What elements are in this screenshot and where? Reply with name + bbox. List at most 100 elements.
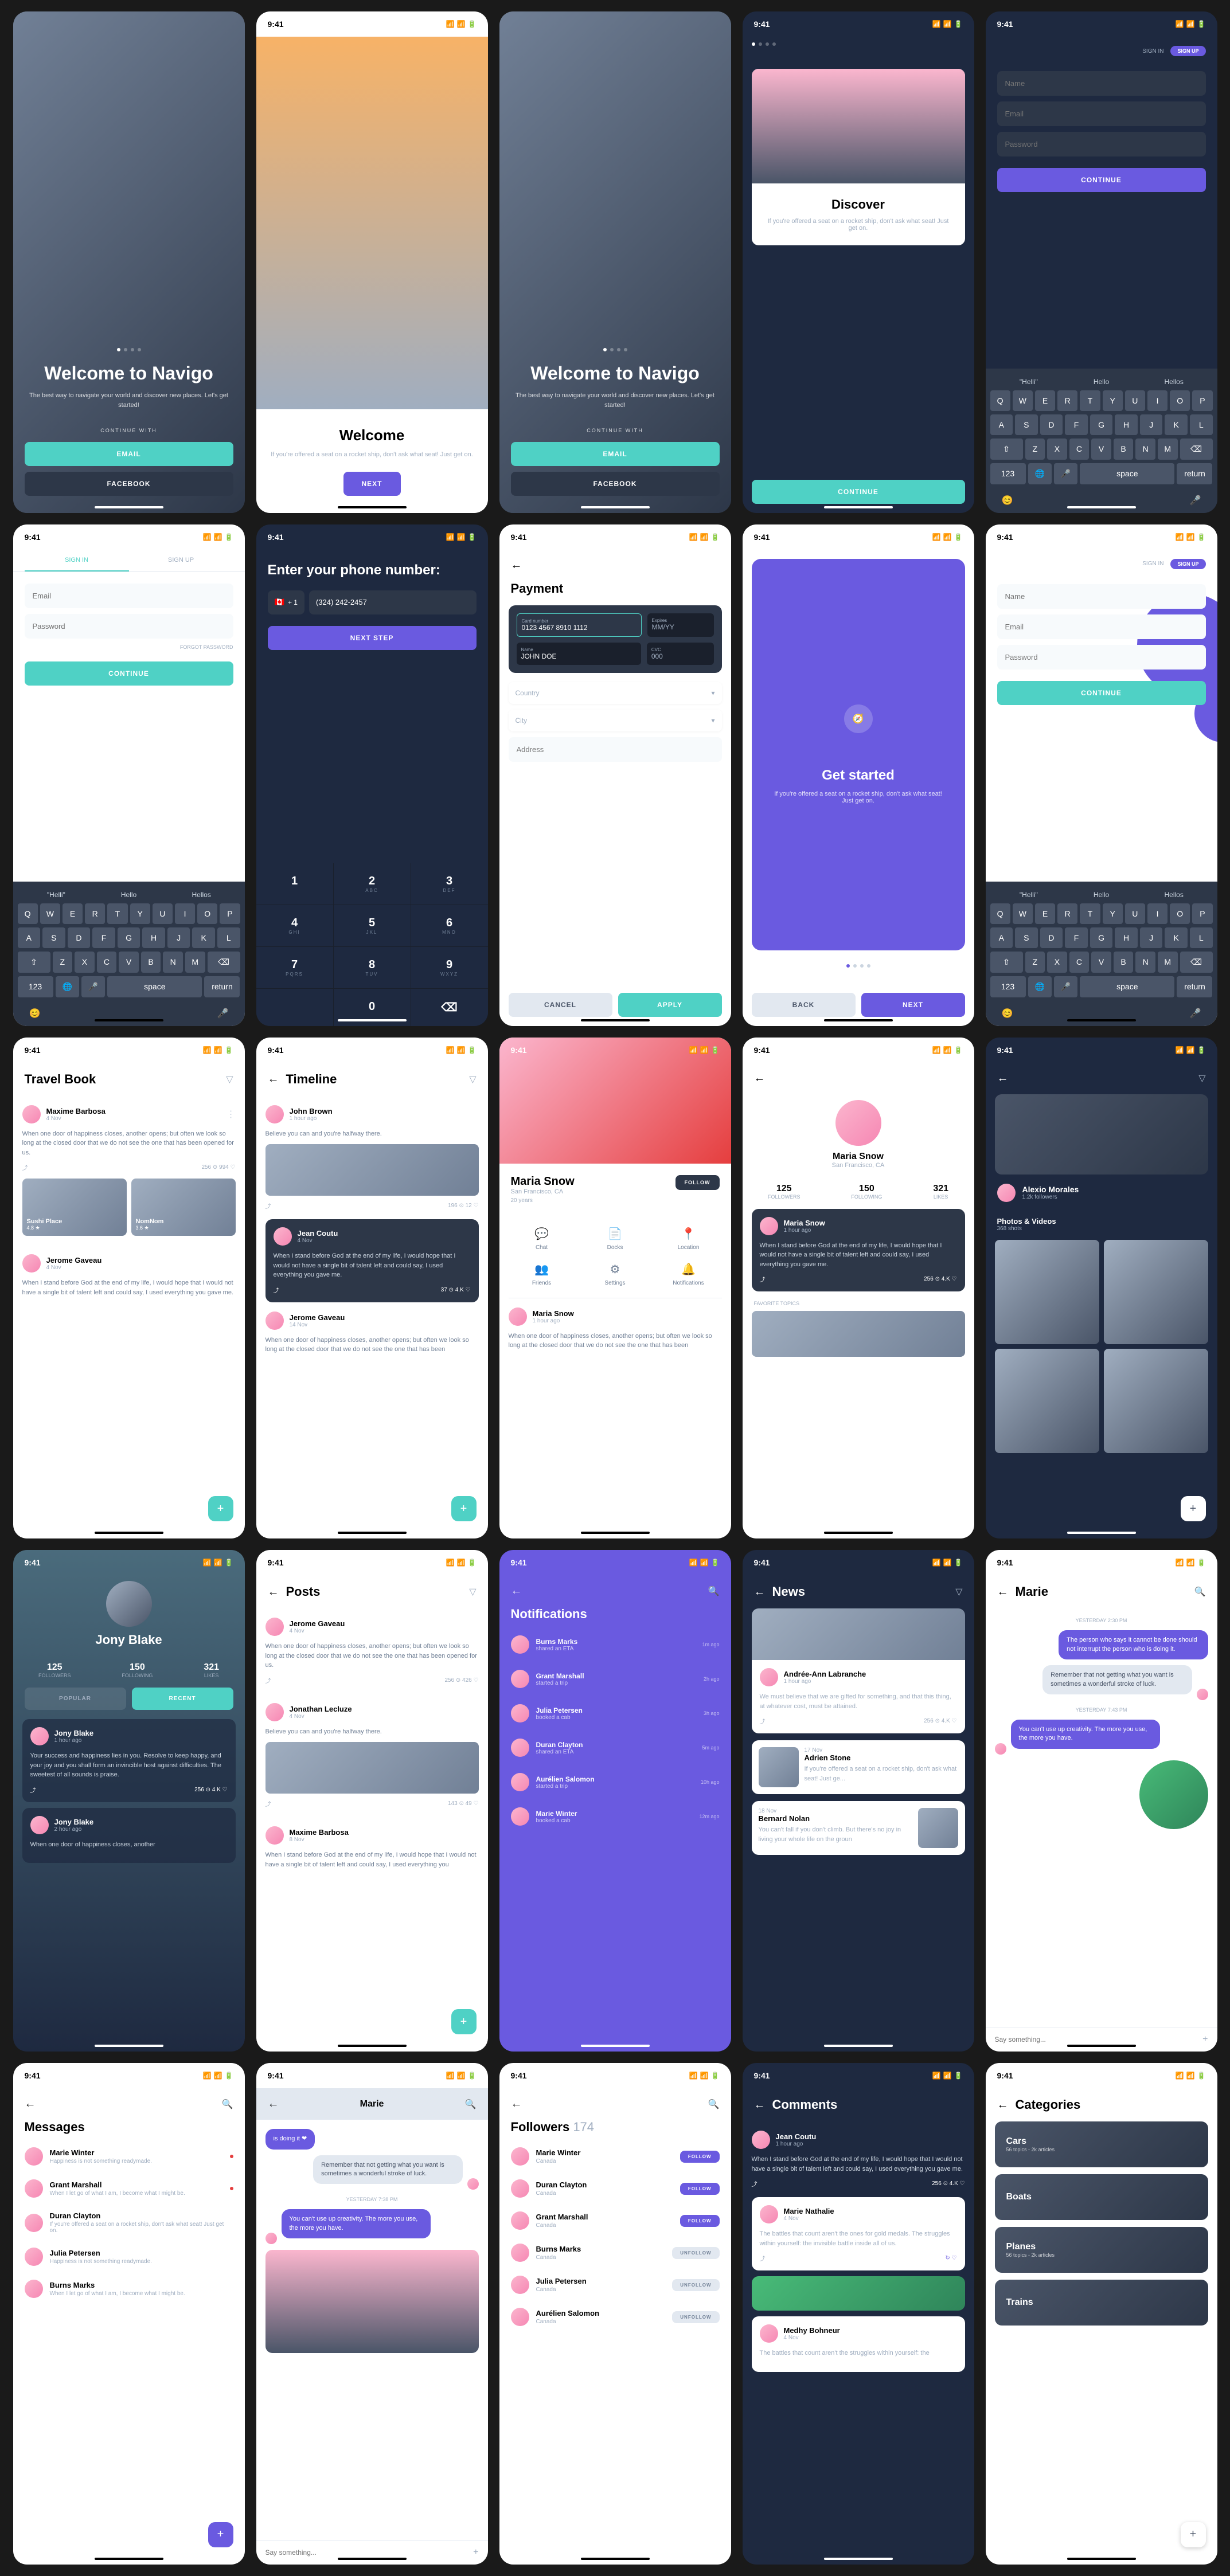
city-select[interactable]: City▾ bbox=[509, 710, 722, 731]
welcome-subtitle: The best way to navigate your world and … bbox=[25, 391, 233, 410]
back-icon[interactable]: ← bbox=[511, 2097, 522, 2111]
filter-icon[interactable]: ▽ bbox=[955, 1586, 962, 1598]
search-icon[interactable]: 🔍 bbox=[465, 2099, 477, 2110]
signup-dark-screen: 9:41📶📶🔋 SIGN IN SIGN UP CONTINUE "Helli"… bbox=[986, 11, 1217, 513]
back-icon[interactable]: ← bbox=[754, 2099, 766, 2112]
discover-screen: 9:41📶📶🔋 Discover If you're offered a sea… bbox=[743, 11, 974, 513]
welcome2-screen: 9:41📶📶🔋 Welcome If you're offered a seat… bbox=[256, 11, 488, 513]
popular-tab[interactable]: POPULAR bbox=[25, 1688, 126, 1710]
country-select[interactable]: Country▾ bbox=[509, 682, 722, 704]
signup-tab[interactable]: SIGN UP bbox=[129, 550, 233, 571]
phone-number-screen: 9:41📶📶🔋 Enter your phone number: 🇨🇦+ 1 (… bbox=[256, 524, 488, 1026]
back-icon[interactable]: ← bbox=[25, 2097, 36, 2111]
email-button[interactable]: EMAIL bbox=[511, 442, 720, 466]
getstarted-screen: 9:41📶📶🔋 🧭 Get started If you're offered … bbox=[743, 524, 974, 1026]
cancel-button[interactable]: CANCEL bbox=[509, 993, 612, 1017]
continue-button[interactable]: CONTINUE bbox=[752, 480, 965, 504]
send-icon[interactable]: + bbox=[1202, 2034, 1208, 2045]
hero-image bbox=[256, 37, 488, 409]
recent-tab[interactable]: RECENT bbox=[132, 1688, 233, 1710]
signin-tab[interactable]: SIGN IN bbox=[1142, 48, 1163, 54]
apply-button[interactable]: APPLY bbox=[618, 993, 722, 1017]
fab-add[interactable]: + bbox=[1181, 2522, 1206, 2547]
back-icon[interactable]: ← bbox=[997, 1072, 1009, 1085]
search-icon[interactable]: 🔍 bbox=[1194, 1586, 1206, 1598]
back-icon[interactable]: ← bbox=[997, 2099, 1009, 2112]
signin-tab[interactable]: SIGN IN bbox=[25, 550, 129, 571]
discover-image bbox=[752, 69, 965, 183]
fab-new[interactable]: + bbox=[208, 2522, 233, 2547]
back-icon[interactable]: ← bbox=[268, 2097, 279, 2111]
profile2-screen: 9:41📶📶🔋 ← Maria Snow San Francisco, CA 1… bbox=[743, 1038, 974, 1539]
posts-screen: 9:41📶📶🔋 ←Posts▽ Jerome Gaveau4 NovWhen o… bbox=[256, 1550, 488, 2052]
fab-add[interactable]: + bbox=[208, 1496, 233, 1521]
message-input[interactable] bbox=[265, 2548, 474, 2557]
signup-tab[interactable]: SIGN UP bbox=[1170, 559, 1205, 569]
marie-chat-screen: 9:41📶📶🔋 ←Marie🔍 YESTERDAY 2:30 PM The pe… bbox=[986, 1550, 1217, 2052]
back-icon[interactable]: ← bbox=[754, 1585, 766, 1599]
notifications-screen: 9:41📶📶🔋 ←🔍 Notifications Burns Marksshar… bbox=[499, 1550, 731, 2052]
back-button[interactable]: BACK bbox=[752, 993, 856, 1017]
messages-screen: 9:41📶📶🔋 ←🔍 Messages Marie WinterHappines… bbox=[13, 2063, 245, 2565]
keyboard[interactable]: "Helli"HelloHellos QWERTYUIOPASDFGHJKL⇧Z… bbox=[986, 882, 1217, 1026]
continue-button[interactable]: CONTINUE bbox=[25, 661, 233, 686]
back-icon[interactable]: ← bbox=[754, 1072, 766, 1085]
search-icon[interactable]: 🔍 bbox=[708, 1585, 720, 1597]
compass-icon: 🧭 bbox=[844, 704, 873, 733]
back-icon[interactable]: ← bbox=[268, 1072, 279, 1086]
signup-tab[interactable]: SIGN UP bbox=[1170, 46, 1205, 56]
email-input[interactable] bbox=[997, 614, 1206, 639]
back-icon[interactable]: ← bbox=[511, 559, 522, 572]
continue-button[interactable]: CONTINUE bbox=[997, 168, 1206, 192]
back-icon[interactable]: ← bbox=[997, 1585, 1009, 1599]
share-icon[interactable]: ⤴ bbox=[22, 1163, 28, 1172]
news-screen: 9:41📶📶🔋 ←News▽ Andrée-Ann Labranche1 hou… bbox=[743, 1550, 974, 2052]
back-icon[interactable]: ← bbox=[268, 1585, 279, 1599]
fab-add[interactable]: + bbox=[1181, 1496, 1206, 1521]
fab-add[interactable]: + bbox=[451, 2009, 477, 2034]
fab-add[interactable]: + bbox=[451, 1496, 477, 1521]
email-input[interactable] bbox=[997, 101, 1206, 126]
send-icon[interactable]: + bbox=[473, 2547, 478, 2558]
follow-button[interactable]: FOLLOW bbox=[675, 1175, 720, 1190]
followers-screen: 9:41📶📶🔋 ←🔍 Followers 174 Marie WinterCan… bbox=[499, 2063, 731, 2565]
next-step-button[interactable]: NEXT STEP bbox=[268, 626, 477, 650]
forgot-link[interactable]: FORGOT PASSWORD bbox=[25, 644, 233, 650]
country-code[interactable]: 🇨🇦+ 1 bbox=[268, 590, 304, 614]
search-icon[interactable]: 🔍 bbox=[222, 2099, 233, 2110]
keyboard[interactable]: "Helli"HelloHellos QWERTYUIOPASDFGHJKL⇧Z… bbox=[986, 369, 1217, 513]
password-input[interactable] bbox=[25, 614, 233, 639]
signup-light-screen: 9:41📶📶🔋 SIGN IN SIGN UP CONTINUE "Helli"… bbox=[986, 524, 1217, 1026]
categories-screen: 9:41📶📶🔋 ←Categories Cars56 topics - 2k a… bbox=[986, 2063, 1217, 2565]
name-input[interactable] bbox=[997, 584, 1206, 609]
signin-screen: 9:41📶📶🔋 SIGN IN SIGN UP FORGOT PASSWORD … bbox=[13, 524, 245, 1026]
numpad: 12ABC3DEF4GHI5JKL6MNO7PQRS8TUV9WXYZ0⌫ bbox=[256, 863, 488, 1026]
name-input[interactable] bbox=[997, 71, 1206, 96]
welcome-screen: 9:41📶📶🔋 Welcome to Navigo The best way t… bbox=[13, 11, 245, 513]
welcome-title: Welcome to Navigo bbox=[25, 363, 233, 384]
password-input[interactable] bbox=[997, 645, 1206, 670]
back-icon[interactable]: ← bbox=[511, 1584, 522, 1598]
facebook-button[interactable]: FACEBOOK bbox=[25, 472, 233, 496]
message-input[interactable] bbox=[995, 2035, 1203, 2043]
filter-icon[interactable]: ▽ bbox=[469, 1074, 476, 1085]
continue-button[interactable]: CONTINUE bbox=[997, 681, 1206, 705]
address-input[interactable] bbox=[509, 737, 722, 762]
email-input[interactable] bbox=[25, 584, 233, 608]
payment-screen: 9:41📶📶🔋 ← Payment Card number0123 4567 8… bbox=[499, 524, 731, 1026]
filter-icon[interactable]: ▽ bbox=[469, 1586, 476, 1598]
password-input[interactable] bbox=[997, 132, 1206, 156]
facebook-button[interactable]: FACEBOOK bbox=[511, 472, 720, 496]
next-button[interactable]: NEXT bbox=[343, 472, 401, 496]
next-button[interactable]: NEXT bbox=[861, 993, 965, 1017]
timeline-screen: 9:41📶📶🔋 ←Timeline▽ John Brown1 hour ago … bbox=[256, 1038, 488, 1539]
marie2-chat-screen: 9:41📶📶🔋 ←Marie🔍 is doing it ❤ Remember t… bbox=[256, 2063, 488, 2565]
filter-icon[interactable]: ▽ bbox=[226, 1074, 233, 1085]
welcome2-title: Welcome bbox=[270, 426, 474, 444]
page-dots bbox=[25, 348, 233, 351]
keyboard[interactable]: "Helli"HelloHellos QWERTYUIOPASDFGHJKL⇧Z… bbox=[13, 882, 245, 1026]
filter-icon[interactable]: ▽ bbox=[1198, 1072, 1205, 1084]
email-button[interactable]: EMAIL bbox=[25, 442, 233, 466]
signin-tab[interactable]: SIGN IN bbox=[1142, 561, 1163, 567]
search-icon[interactable]: 🔍 bbox=[708, 2099, 720, 2110]
